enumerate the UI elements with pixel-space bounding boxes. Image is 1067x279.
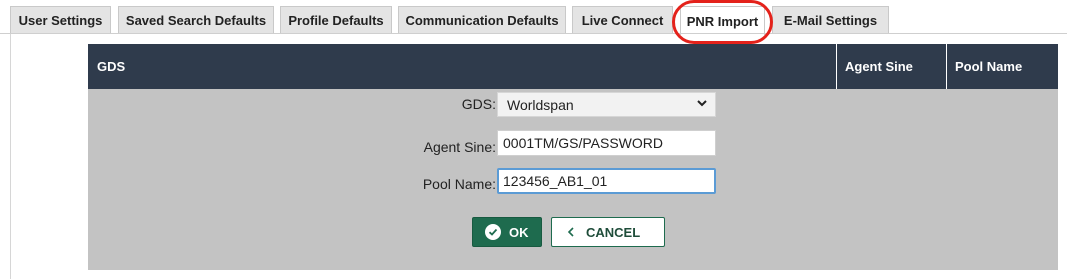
ok-button-label: OK — [509, 224, 529, 240]
gds-select[interactable]: Worldspan — [497, 92, 716, 117]
gds-select-value: Worldspan — [507, 96, 574, 113]
header-pool-name: Pool Name — [955, 59, 1023, 74]
agent-sine-label: Agent Sine: — [423, 139, 496, 155]
chevron-down-icon — [695, 96, 709, 113]
content-left-border — [10, 34, 11, 279]
tab-user-settings[interactable]: User Settings — [10, 6, 111, 34]
tab-underline — [0, 33, 1067, 34]
tab-pnr-import[interactable]: PNR Import — [680, 6, 765, 35]
pool-name-input[interactable]: 123456_AB1_01 — [497, 168, 716, 194]
tab-communication-defaults[interactable]: Communication Defaults — [398, 6, 566, 34]
gds-label: GDS: — [461, 96, 496, 112]
ok-button[interactable]: OK — [472, 217, 542, 247]
cancel-button-label: CANCEL — [586, 224, 641, 240]
chevron-left-icon — [566, 226, 576, 238]
tab-bar: User Settings Saved Search Defaults Prof… — [0, 6, 1067, 35]
header-divider — [946, 44, 947, 89]
tab-live-connect[interactable]: Live Connect — [572, 6, 673, 34]
pool-name-label: Pool Name: — [422, 176, 496, 192]
table-header: GDS Agent Sine Pool Name — [88, 44, 1058, 89]
check-circle-icon — [485, 224, 501, 240]
header-gds: GDS — [97, 59, 126, 74]
cancel-button[interactable]: CANCEL — [551, 217, 665, 247]
tab-profile-defaults[interactable]: Profile Defaults — [280, 6, 392, 34]
header-divider — [836, 44, 837, 89]
tab-saved-search-defaults[interactable]: Saved Search Defaults — [118, 6, 274, 34]
header-agent-sine: Agent Sine — [845, 59, 913, 74]
tab-email-settings[interactable]: E-Mail Settings — [772, 6, 889, 34]
agent-sine-input[interactable]: 0001TM/GS/PASSWORD — [497, 130, 716, 156]
